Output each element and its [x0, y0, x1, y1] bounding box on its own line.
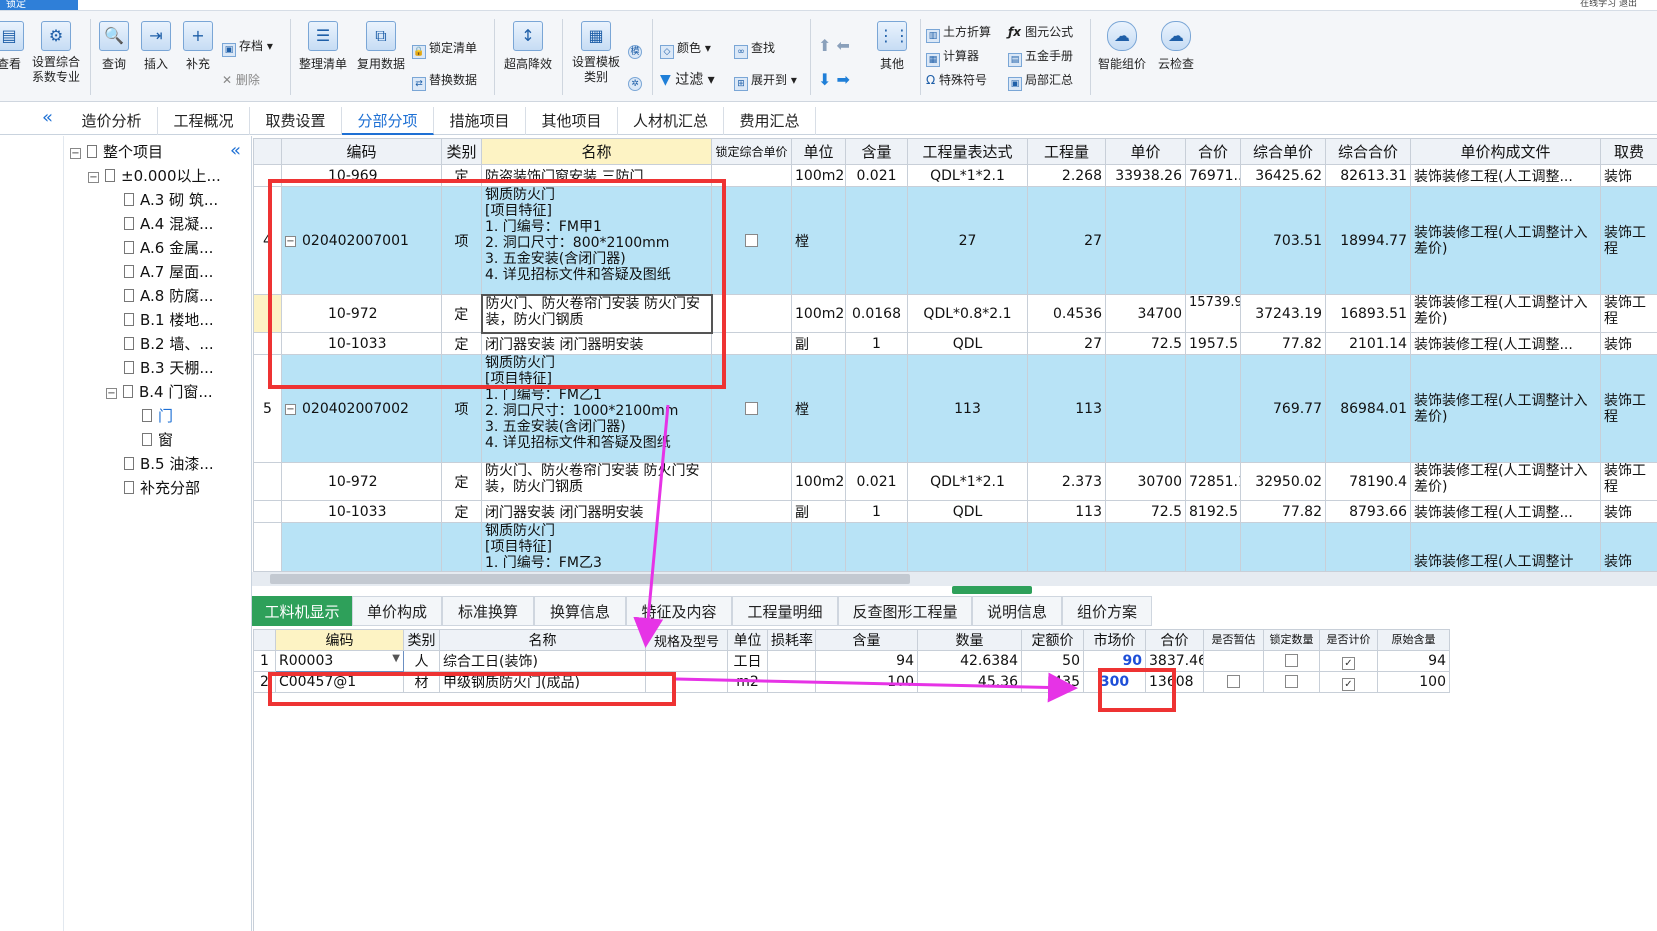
annotation-arrows — [633, 404, 1078, 703]
annotation-arrow-down — [633, 404, 670, 648]
app-window: 锁定 在线学习 退出 ▤ 查看 ⚙ 设置综合系数专业 🔍 查询 ⇥ 插入 + 补充 ▣ 存档… — [0, 0, 1657, 931]
annotation-arrow-right — [675, 672, 1078, 703]
